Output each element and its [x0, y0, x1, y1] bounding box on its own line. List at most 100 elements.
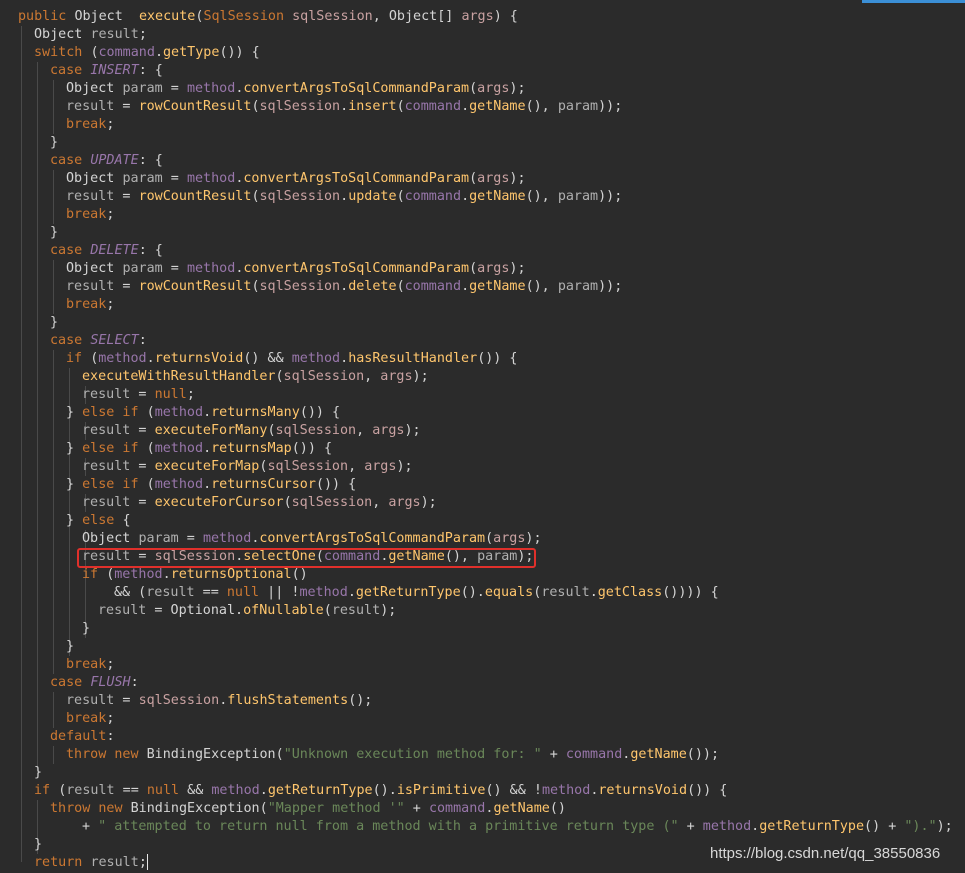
code-token: ( — [90, 45, 99, 60]
code-token: (). — [460, 585, 485, 600]
code-token: getName — [469, 189, 526, 204]
code-line[interactable]: if (method.returnsOptional() — [82, 566, 308, 584]
code-token: . — [203, 441, 212, 456]
code-line[interactable]: } — [66, 638, 74, 656]
code-line[interactable]: if (method.returnsVoid() && method.hasRe… — [66, 350, 518, 368]
code-token: param — [557, 189, 599, 204]
code-line[interactable]: result = executeForCursor(sqlSession, ar… — [82, 494, 437, 512]
code-line[interactable]: case DELETE: { — [50, 242, 163, 260]
code-line[interactable]: break; — [66, 296, 114, 314]
code-line[interactable]: } else if (method.returnsMap()) { — [66, 440, 332, 458]
code-line[interactable]: throw new BindingException("Unknown exec… — [66, 746, 719, 764]
code-token: } — [66, 441, 83, 456]
code-token: . — [154, 45, 163, 60]
code-line[interactable]: result = rowCountResult(sqlSession.delet… — [66, 278, 622, 296]
indent-guide — [53, 692, 54, 728]
code-token: delete — [348, 279, 397, 294]
code-token: method — [186, 171, 236, 186]
code-line[interactable]: } — [82, 620, 90, 638]
code-token: getName — [630, 747, 687, 762]
code-editor[interactable]: public Object execute (SqlSession sqlSess… — [0, 0, 965, 873]
code-token: ); — [396, 459, 413, 474]
code-line[interactable]: result = rowCountResult(sqlSession.inser… — [66, 98, 622, 116]
code-line[interactable]: Object result; — [34, 26, 147, 44]
code-line[interactable]: } — [50, 224, 58, 242]
code-token: () — [549, 801, 566, 816]
code-token: : — [106, 729, 115, 744]
code-line[interactable]: result = null; — [82, 386, 195, 404]
code-token: Object — [66, 261, 123, 276]
code-line[interactable]: break; — [66, 656, 114, 674]
code-token: , — [364, 369, 381, 384]
code-line[interactable]: Object param = method.convertArgsToSqlCo… — [66, 170, 526, 188]
code-line[interactable]: executeWithResultHandler(sqlSession, arg… — [82, 368, 429, 386]
code-line[interactable]: case INSERT: { — [50, 62, 163, 80]
code-token: method — [154, 405, 204, 420]
code-line[interactable]: break; — [66, 710, 114, 728]
code-token: break — [66, 117, 107, 132]
code-token: sqlSession — [292, 9, 373, 24]
code-token: execute — [138, 9, 196, 24]
code-line[interactable]: case SELECT: — [50, 332, 147, 350]
code-token: ( — [469, 171, 478, 186]
code-line[interactable]: } — [34, 836, 42, 854]
code-line[interactable]: } else if (method.returnsCursor()) { — [66, 476, 356, 494]
code-line[interactable]: + " attempted to return null from a meth… — [82, 818, 953, 836]
code-token: . — [461, 99, 470, 114]
code-line[interactable]: } else { — [66, 512, 131, 530]
code-token: ()))) { — [662, 585, 719, 600]
code-token: param — [138, 531, 179, 546]
code-token: case — [50, 333, 91, 348]
code-token: args — [372, 423, 405, 438]
code-line[interactable]: } — [34, 764, 42, 782]
code-line[interactable]: break; — [66, 206, 114, 224]
code-line[interactable]: case FLUSH: — [50, 674, 139, 692]
code-token: || ! — [259, 585, 300, 600]
code-token: Object — [66, 81, 123, 96]
code-line[interactable]: if (result == null && method.getReturnTy… — [34, 782, 727, 800]
code-token: args — [477, 81, 510, 96]
code-line[interactable]: } — [50, 314, 58, 332]
code-token: " attempted to return null from a method… — [98, 819, 679, 834]
code-token: sqlSession — [291, 495, 373, 510]
code-line[interactable]: result = sqlSession.flushStatements(); — [66, 692, 372, 710]
code-token: } — [66, 513, 83, 528]
code-token: result — [541, 585, 590, 600]
code-token: , Object[] — [372, 9, 462, 24]
code-line[interactable]: } else if (method.returnsMany()) { — [66, 404, 340, 422]
code-token: ( — [251, 99, 260, 114]
code-token: . — [461, 189, 470, 204]
code-token: : { — [138, 243, 163, 258]
code-token: } — [66, 405, 83, 420]
code-line[interactable]: switch (command.getType()) { — [34, 44, 260, 62]
code-token: ( — [146, 441, 155, 456]
code-token: () && — [243, 351, 292, 366]
code-token: . — [146, 351, 155, 366]
code-token: . — [340, 189, 349, 204]
code-line[interactable]: case UPDATE: { — [50, 152, 163, 170]
code-line[interactable]: result = executeForMap(sqlSession, args)… — [82, 458, 413, 476]
code-line[interactable]: Object param = method.convertArgsToSqlCo… — [82, 530, 542, 548]
code-line[interactable]: return result; — [34, 854, 148, 872]
code-line[interactable]: result = Optional.ofNullable(result); — [98, 602, 396, 620]
code-token: . — [203, 477, 212, 492]
code-token: . — [259, 783, 268, 798]
code-line[interactable]: default: — [50, 728, 115, 746]
code-line[interactable]: Object param = method.convertArgsToSqlCo… — [66, 80, 526, 98]
code-line[interactable]: } — [50, 134, 58, 152]
code-line[interactable]: public Object execute(SqlSession sqlSess… — [18, 8, 518, 26]
code-line[interactable]: && (result == null || !method.getReturnT… — [114, 584, 719, 602]
code-line[interactable]: Object param = method.convertArgsToSqlCo… — [66, 260, 526, 278]
code-token: ( — [267, 423, 276, 438]
code-token: method — [202, 531, 252, 546]
code-token: param — [557, 279, 599, 294]
code-token: } — [50, 315, 59, 330]
code-token: args — [388, 495, 421, 510]
code-line[interactable]: result = rowCountResult(sqlSession.updat… — [66, 188, 622, 206]
code-line[interactable]: result = executeForMany(sqlSession, args… — [82, 422, 421, 440]
code-line[interactable]: throw new BindingException("Mapper metho… — [50, 800, 566, 818]
code-token: ); — [404, 423, 421, 438]
code-token: result — [66, 99, 115, 114]
code-token: DELETE — [90, 243, 139, 258]
code-line[interactable]: break; — [66, 116, 114, 134]
